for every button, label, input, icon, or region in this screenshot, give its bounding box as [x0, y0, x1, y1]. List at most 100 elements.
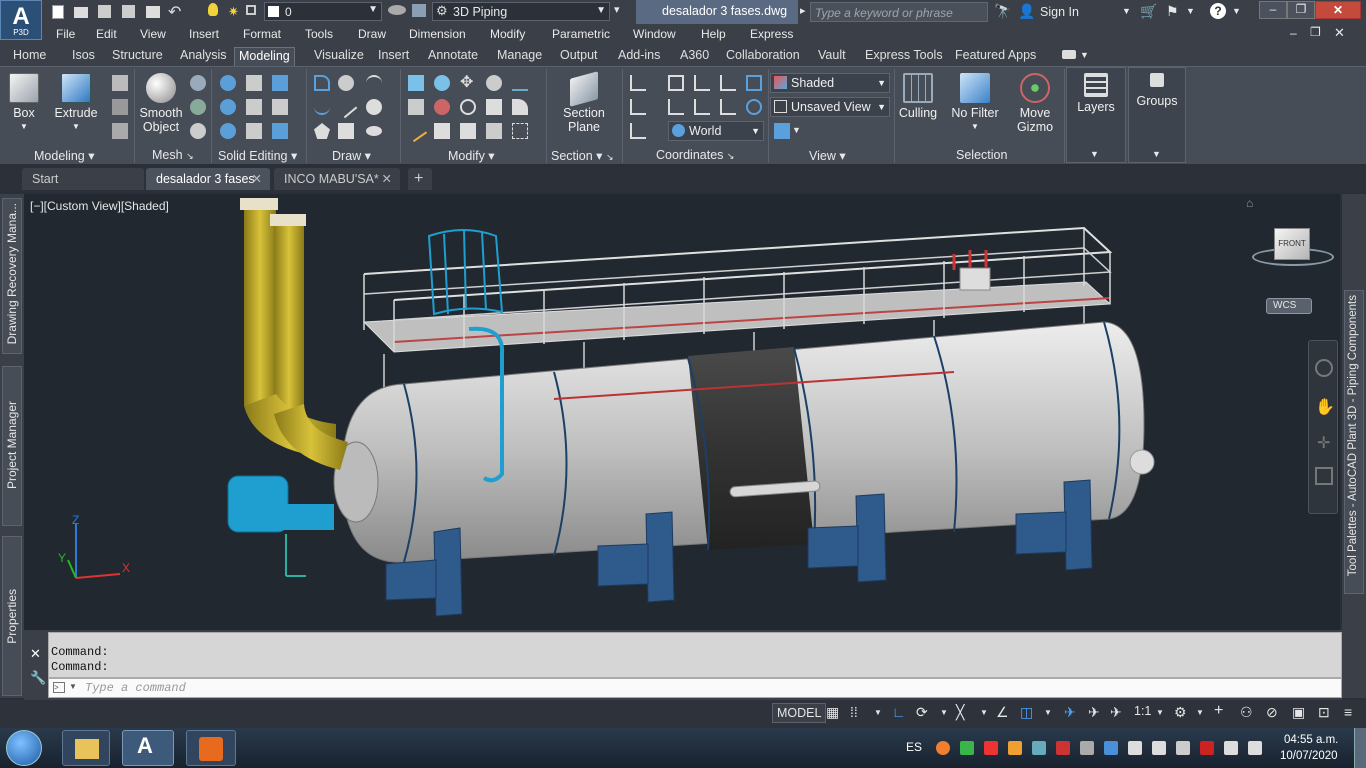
ucs-3point-icon[interactable] [720, 99, 736, 115]
spline-icon[interactable] [314, 99, 330, 115]
tray-icon-7[interactable] [1080, 741, 1094, 755]
close-icon[interactable]: ✕ [252, 168, 262, 190]
pan-icon[interactable]: ✋ [1315, 397, 1335, 417]
chevron-right-icon[interactable]: ▸ [800, 4, 806, 17]
autocad-plant3d-icon[interactable]: A [122, 730, 174, 766]
presspull-icon[interactable] [112, 75, 128, 91]
cart-icon[interactable]: 🛒 [1140, 3, 1157, 20]
qat-menu-icon[interactable]: ▾ [614, 3, 620, 16]
ucs-icon[interactable] [630, 75, 646, 91]
ucs-face-icon[interactable] [630, 99, 646, 115]
chevron-down-icon[interactable]: ▼ [1186, 6, 1195, 16]
hardware-accel-icon[interactable]: ⊘ [1266, 704, 1278, 721]
match-icon[interactable] [388, 5, 406, 15]
chevron-down-icon[interactable]: ▼ [792, 125, 801, 135]
tab-insert[interactable]: Insert [374, 48, 413, 66]
panel-label-solid-editing[interactable]: Solid Editing ▾ [218, 148, 297, 163]
app-logo[interactable]: A P3D [0, 0, 42, 40]
pdf-app-icon[interactable] [186, 730, 236, 766]
subtract-icon[interactable] [220, 99, 236, 115]
menu-insert[interactable]: Insert [189, 27, 219, 41]
menu-view[interactable]: View [140, 27, 166, 41]
ellipse-icon[interactable] [366, 126, 382, 136]
panel-label-mesh[interactable]: Mesh ↘ [152, 148, 194, 162]
home-icon[interactable]: ⌂ [1246, 196, 1253, 210]
tray-icon-1[interactable] [936, 741, 950, 755]
close-icon[interactable]: ✕ [382, 168, 392, 190]
mirror-3d-icon[interactable] [434, 99, 450, 115]
chevron-down-icon[interactable]: ▼ [1152, 149, 1161, 159]
visual-style-dropdown[interactable]: Shaded ▼ [770, 73, 890, 93]
show-desktop-button[interactable] [1354, 728, 1366, 768]
command-prompt-icon[interactable]: > [53, 682, 65, 693]
menu-icon[interactable]: ≡ [1344, 704, 1352, 720]
drawing-viewport[interactable]: [−][Custom View][Shaded] Z X Y FRONT ⌂ W… [24, 194, 1340, 630]
tab-isos[interactable]: Isos [68, 48, 99, 66]
tray-icon-4[interactable] [1008, 741, 1022, 755]
annotation-visibility-icon[interactable]: ✈ [1064, 704, 1076, 721]
doc-tab-start[interactable]: Start [22, 168, 144, 190]
panel-label-modify[interactable]: Modify ▾ [448, 148, 495, 163]
fillet-icon[interactable] [512, 99, 528, 115]
chevron-down-icon[interactable]: ▼ [874, 708, 882, 717]
tab-featured-apps[interactable]: Featured Apps [951, 48, 1040, 66]
print-icon[interactable] [146, 6, 160, 18]
rotate-3d-icon[interactable] [434, 75, 450, 91]
polyline-icon[interactable] [314, 75, 330, 91]
tab-collaboration[interactable]: Collaboration [722, 48, 804, 66]
panel-label-modeling[interactable]: Modeling ▾ [34, 148, 94, 163]
menu-express[interactable]: Express [750, 27, 793, 41]
explorer-icon[interactable] [62, 730, 110, 766]
ucs-y-icon[interactable] [694, 99, 710, 115]
doc-tab-desalador[interactable]: desalador 3 fases ✕ [146, 168, 270, 190]
tray-icon-3[interactable] [984, 741, 998, 755]
polysolid-icon[interactable] [112, 99, 128, 115]
speaker-icon[interactable] [1248, 741, 1262, 755]
user-icon[interactable]: 👤 [1018, 3, 1035, 20]
start-button[interactable] [6, 730, 42, 766]
tab-visualize[interactable]: Visualize [310, 48, 368, 66]
ucs-world-icon[interactable] [668, 75, 684, 91]
search-input[interactable]: Type a keyword or phrase [810, 2, 988, 22]
viewport-config-icon[interactable] [774, 123, 790, 139]
fullscreen-icon[interactable]: ⊡ [1318, 704, 1330, 721]
language-indicator[interactable]: ES [906, 740, 922, 754]
offset-icon[interactable] [486, 99, 502, 115]
tray-icon-9[interactable] [1200, 741, 1214, 755]
slice-icon[interactable] [246, 75, 262, 91]
sun-icon[interactable]: ✷ [228, 4, 239, 20]
tray-icon-2[interactable] [960, 741, 974, 755]
annotation-scale-icon[interactable]: ✈ [1110, 704, 1122, 721]
move-3d-icon[interactable] [408, 75, 424, 91]
zoom-icon[interactable]: ✛ [1317, 433, 1330, 453]
new-icon[interactable] [52, 5, 64, 19]
menu-parametric[interactable]: Parametric [552, 27, 610, 41]
project-manager-palette[interactable]: Project Manager [2, 366, 22, 526]
separate-icon[interactable] [272, 123, 288, 139]
menu-file[interactable]: File [56, 27, 75, 41]
fillet-edge-icon[interactable] [272, 99, 288, 115]
menu-tools[interactable]: Tools [305, 27, 333, 41]
gear-icon[interactable]: ⚙ [1174, 704, 1187, 721]
flag-icon[interactable] [1224, 741, 1238, 755]
orbit-icon[interactable] [1315, 467, 1333, 485]
bulb-icon[interactable] [208, 3, 218, 16]
ribbon-options-icon[interactable] [1062, 50, 1076, 59]
tab-output[interactable]: Output [556, 48, 602, 66]
box-button[interactable]: Box ▼ [6, 73, 42, 134]
tab-modeling[interactable]: Modeling [234, 47, 295, 66]
panel-label-view[interactable]: View ▾ [809, 148, 846, 163]
close-icon[interactable]: ✕ [30, 646, 41, 662]
menu-dimension[interactable]: Dimension [409, 27, 466, 41]
tab-express-tools[interactable]: Express Tools [861, 48, 947, 66]
doc-close-button[interactable]: ✕ [1334, 25, 1345, 41]
drawing-recovery-palette[interactable]: Drawing Recovery Mana... [2, 198, 22, 354]
tool-palettes[interactable]: Tool Palettes - AutoCAD Plant 3D - Pipin… [1344, 290, 1364, 594]
autodesk-icon[interactable]: ⚑ [1166, 3, 1179, 20]
panel-label-coordinates[interactable]: Coordinates ↘ [656, 148, 734, 162]
section-plane-button[interactable]: Section Plane [556, 71, 612, 134]
layers-button[interactable]: Layers [1070, 73, 1122, 114]
binoculars-icon[interactable]: 🔭 [994, 3, 1011, 20]
extract-edges-icon[interactable] [272, 75, 288, 91]
plus-icon[interactable]: + [1214, 702, 1223, 720]
